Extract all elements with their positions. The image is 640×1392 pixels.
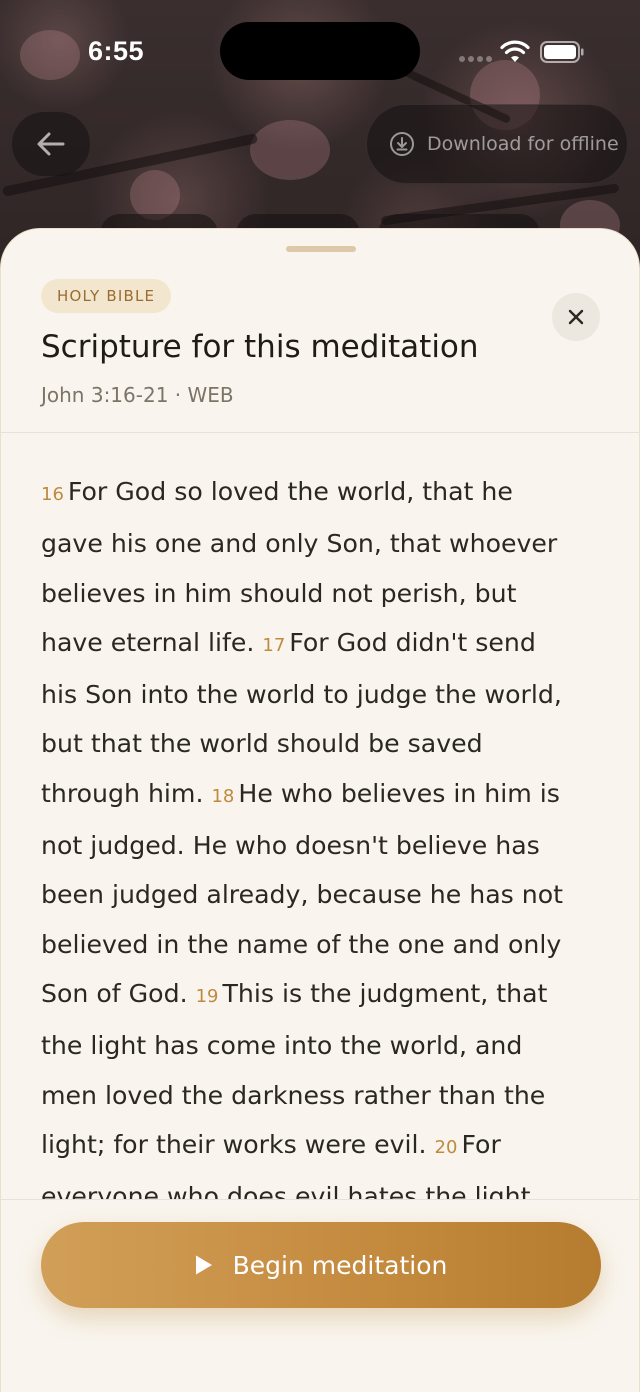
download-circle-icon [390,132,414,156]
scripture-line: the light has come into the world, and [41,1021,601,1070]
verse-text: through him. [41,778,212,808]
scripture-line: been judged already, because he has not [41,870,601,919]
verse-text: gave his one and only Son, that whoever [41,529,558,559]
scripture-line: everyone who does evil hates the light, [41,1172,601,1199]
back-button[interactable] [12,112,90,176]
play-icon [195,1255,212,1275]
status-time: 6:55 [88,36,145,66]
cellular-signal-icon [459,56,492,62]
begin-meditation-label: Begin meditation [232,1250,448,1280]
verse-number: 19 [195,985,219,1007]
scripture-line: light; for their works were evil. 20 For [41,1120,601,1172]
download-offline-label: Download for offline [427,133,619,155]
verse-text: but that the world should be saved [41,729,483,759]
verse-number: 18 [211,785,235,807]
verse-text: his Son into the world to judge the worl… [41,680,562,710]
sheet-header: HOLY BIBLE Scripture for this meditation… [1,229,640,433]
begin-meditation-button[interactable]: Begin meditation [41,1222,601,1308]
verse-text: For God so loved the world, that he [67,477,513,506]
scripture-line: 16 For God so loved the world, that he [41,467,601,519]
header-divider [1,432,640,433]
verse-number: 17 [262,634,286,656]
scripture-line: gave his one and only Son, that whoever [41,519,601,568]
wifi-icon [500,40,530,62]
scripture-line: but that the world should be saved [41,719,601,768]
verse-number: 20 [434,1136,458,1158]
scripture-text: 16 For God so loved the world, that he gav… [41,467,601,1199]
verse-text: believes in him should not perish, but [41,578,517,608]
close-icon [568,309,584,325]
sheet-title: Scripture for this meditation [41,329,479,365]
scripture-line: believed in the name of the one and only [41,920,601,969]
scripture-line: his Son into the world to judge the worl… [41,670,601,719]
scripture-line: men loved the darkness rather than the [41,1071,601,1120]
scripture-sheet: HOLY BIBLE Scripture for this meditation… [0,228,640,1392]
verse-text: believed in the name of the one and only [41,929,562,959]
scripture-line: not judged. He who doesn't believe has [41,821,601,870]
verse-text: not judged. He who doesn't believe has [41,831,540,861]
verse-text: He who believes in him is [238,778,560,808]
scripture-reference: John 3:16-21 · WEB [41,383,234,407]
battery-icon [540,41,584,63]
verse-text: been judged already, because he has not [41,880,564,910]
verse-text: have eternal life. [41,627,263,657]
footer-divider [1,1199,640,1200]
verse-text: For [461,1129,501,1159]
scripture-line: have eternal life. 17 For God didn't send [41,618,601,670]
verse-text: the light has come into the world, and [41,1031,523,1061]
verse-text: This is the judgment, that [222,978,548,1008]
verse-text: Son of God. [41,978,196,1008]
verse-text: men loved the darkness rather than the [41,1080,546,1110]
download-offline-button[interactable]: Download for offline [366,104,628,184]
scripture-line: Son of God. 19 This is the judgment, that [41,969,601,1021]
verse-number: 16 [41,484,64,505]
verse-text: For God didn't send [289,627,536,657]
dynamic-island [220,22,420,80]
arrow-left-icon [37,132,65,156]
scripture-line: believes in him should not perish, but [41,569,601,618]
verse-text: everyone who does evil hates the light, [41,1182,539,1199]
source-badge: HOLY BIBLE [41,279,172,313]
close-button[interactable] [552,293,600,341]
scripture-line: through him. 18 He who believes in him is [41,769,601,821]
status-bar: 6:55 [0,0,640,104]
verse-text: light; for their works were evil. [41,1129,435,1159]
